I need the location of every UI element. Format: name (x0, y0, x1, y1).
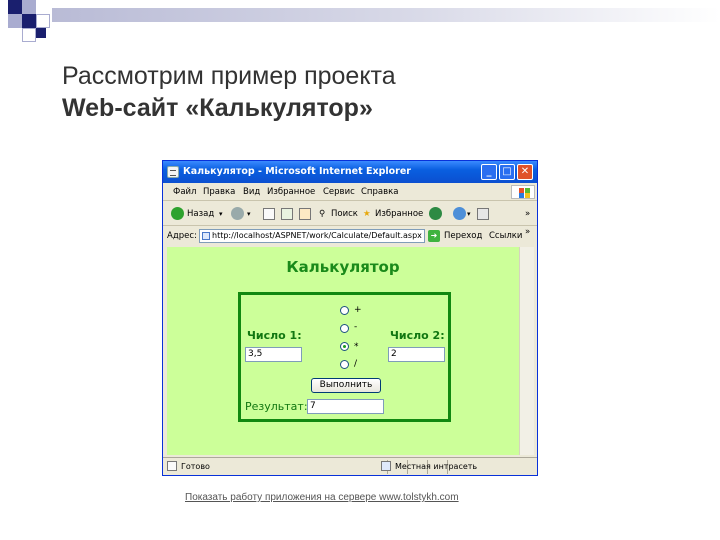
favorites-star-icon[interactable]: ★ (363, 207, 371, 221)
result-input[interactable]: 7 (307, 399, 384, 414)
go-button-label[interactable]: Переход (444, 227, 482, 245)
links-overflow-icon[interactable]: » (525, 223, 530, 241)
menu-edit[interactable]: Правка (203, 183, 235, 201)
page-heading: Калькулятор (286, 258, 400, 276)
menu-tools[interactable]: Сервис (323, 183, 355, 201)
intranet-icon (381, 461, 391, 471)
toolbar-overflow-icon[interactable]: » (525, 207, 530, 221)
minimize-button[interactable]: _ (481, 164, 497, 180)
radio-plus-label: + (354, 305, 362, 315)
status-text: Готово (181, 462, 210, 471)
search-icon[interactable]: ⚲ (319, 207, 325, 221)
page-content: Калькулятор + - * / Число 1: 3,5 Число 2… (167, 247, 519, 455)
page-icon (167, 166, 179, 178)
footer-link[interactable]: Показать работу приложения на сервере ww… (185, 492, 459, 503)
page-icon (202, 232, 210, 240)
radio-plus[interactable] (340, 306, 349, 315)
media-icon[interactable] (429, 207, 442, 220)
menu-file[interactable]: Файл (173, 183, 196, 201)
go-arrow-icon[interactable]: ➜ (428, 230, 440, 242)
slide-decoration-square (22, 14, 36, 28)
history-dropdown-icon[interactable]: ▾ (467, 207, 471, 221)
search-button-label[interactable]: Поиск (331, 207, 358, 221)
menu-favorites[interactable]: Избранное (267, 183, 315, 201)
result-label: Результат: (245, 400, 308, 413)
menu-help[interactable]: Справка (361, 183, 398, 201)
vertical-scrollbar[interactable] (519, 247, 534, 455)
radio-multiply[interactable] (340, 342, 349, 351)
number1-input[interactable]: 3,5 (245, 347, 302, 362)
windows-logo-icon (511, 185, 535, 199)
slide-decoration-square (22, 28, 36, 42)
mail-icon[interactable] (477, 208, 489, 220)
history-icon[interactable] (453, 207, 466, 220)
menu-bar: Файл Правка Вид Избранное Сервис Справка (163, 183, 537, 201)
number1-label: Число 1: (247, 329, 302, 342)
back-button-label[interactable]: Назад (187, 207, 214, 221)
slide-decoration-square (36, 28, 46, 38)
address-input[interactable]: http://localhost/ASPNET/work/Calculate/D… (199, 229, 425, 243)
slide-decoration-square (22, 0, 36, 14)
links-label[interactable]: Ссылки (489, 227, 522, 245)
favorites-button-label[interactable]: Избранное (375, 207, 423, 221)
browser-window: Калькулятор - Microsoft Internet Explore… (162, 160, 538, 476)
calculator-panel: + - * / Число 1: 3,5 Число 2: 2 Выполнит… (238, 292, 451, 422)
slide-decoration-square (36, 14, 50, 28)
toolbar: Назад ▾ ▾ ⚲ Поиск ★ Избранное ▾ » (163, 202, 537, 226)
run-button[interactable]: Выполнить (311, 378, 381, 393)
maximize-button[interactable]: □ (499, 164, 515, 180)
close-button[interactable]: ✕ (517, 164, 533, 180)
title-bar[interactable]: Калькулятор - Microsoft Internet Explore… (163, 161, 537, 183)
forward-dropdown-icon[interactable]: ▾ (247, 207, 251, 221)
radio-minus[interactable] (340, 324, 349, 333)
address-bar: Адрес: http://localhost/ASPNET/work/Calc… (163, 227, 537, 245)
address-url: http://localhost/ASPNET/work/Calculate/D… (212, 231, 422, 240)
radio-divide[interactable] (340, 360, 349, 369)
slide-title-line1: Рассмотрим пример проекта (62, 62, 396, 90)
slide-decoration-bar (52, 8, 720, 22)
forward-arrow-icon[interactable] (231, 207, 244, 220)
number2-label: Число 2: (390, 329, 445, 342)
status-bar: Готово Местная интрасеть (163, 457, 537, 475)
radio-multiply-label: * (354, 342, 359, 352)
home-icon[interactable] (299, 208, 311, 220)
address-label: Адрес: (167, 231, 197, 241)
back-arrow-icon[interactable] (171, 207, 184, 220)
radio-minus-label: - (354, 322, 358, 332)
slide-decoration-square (8, 0, 22, 14)
status-zone: Местная интрасеть (395, 462, 478, 471)
number2-input[interactable]: 2 (388, 347, 445, 362)
window-title: Калькулятор - Microsoft Internet Explore… (183, 166, 411, 177)
back-dropdown-icon[interactable]: ▾ (219, 207, 223, 221)
menu-view[interactable]: Вид (243, 183, 260, 201)
slide-title: Рассмотрим пример проекта Web-сайт «Каль… (62, 60, 662, 124)
stop-icon[interactable] (263, 208, 275, 220)
slide-title-line2: Web-сайт «Калькулятор» (62, 94, 373, 122)
refresh-icon[interactable] (281, 208, 293, 220)
slide-decoration-square (8, 14, 22, 28)
page-icon (167, 461, 177, 471)
radio-divide-label: / (354, 359, 358, 369)
